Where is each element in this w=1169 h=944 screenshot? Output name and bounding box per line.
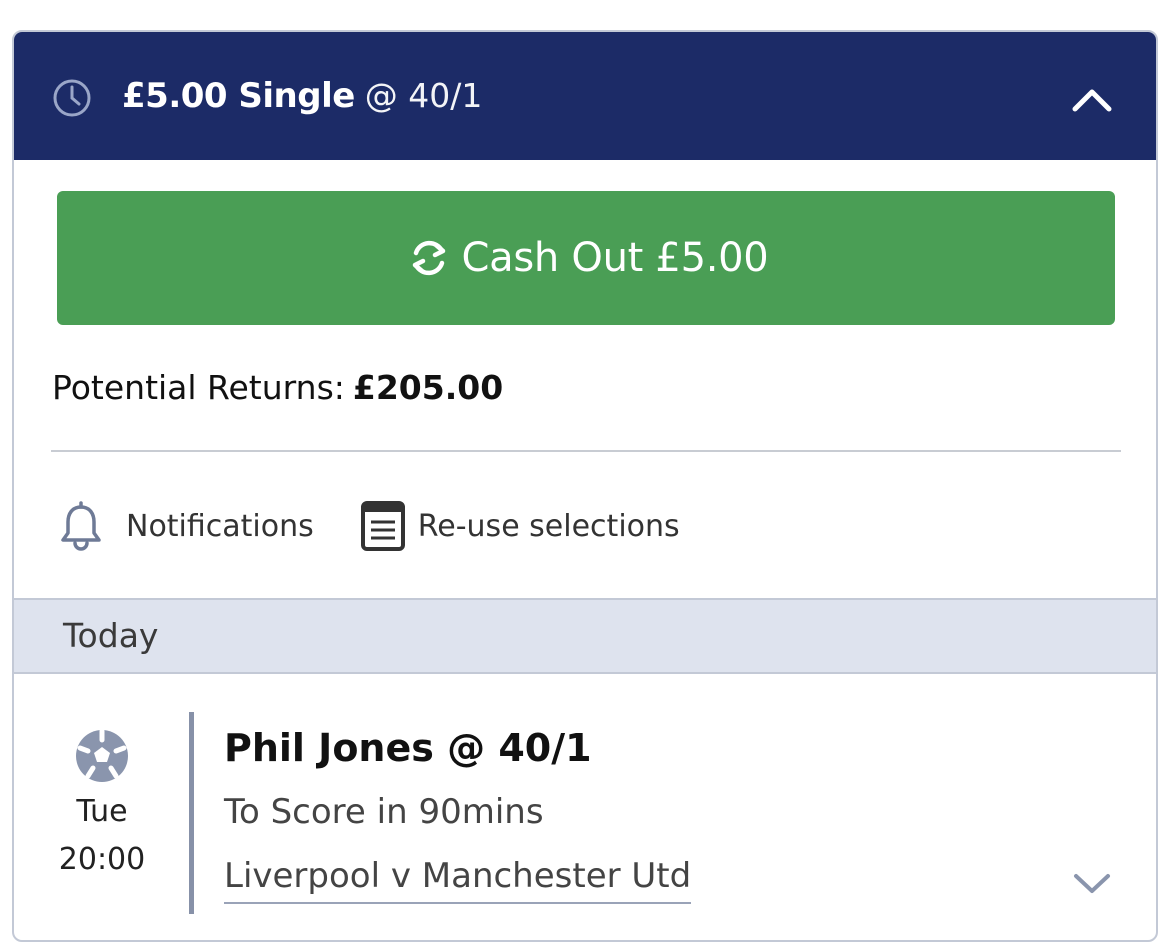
- date-section-label: Today: [63, 616, 159, 655]
- bell-icon: [61, 501, 101, 551]
- selection-row: Tue 20:00 Phil Jones @ 40/1 To Score in …: [14, 674, 1156, 940]
- document-icon: [360, 501, 405, 551]
- selection-name: Phil Jones @ 40/1: [224, 726, 592, 770]
- selection-market: To Score in 90mins: [224, 792, 544, 832]
- collapse-button[interactable]: [1068, 82, 1116, 116]
- cash-out-button[interactable]: Cash Out £5.00: [57, 191, 1115, 325]
- event-time: 20:00: [58, 842, 146, 877]
- chevron-up-icon: [1072, 89, 1112, 112]
- refresh-icon: [412, 240, 445, 276]
- potential-returns-label: Potential Returns:: [52, 368, 345, 407]
- cash-out-label: Cash Out £5.00: [461, 235, 769, 281]
- divider: [51, 450, 1121, 452]
- football-icon: [76, 728, 128, 782]
- bet-header[interactable]: £5.00 Single @ 40/1: [14, 32, 1156, 160]
- chevron-down-icon: [1074, 874, 1110, 893]
- notifications-button[interactable]: Notifications: [58, 501, 314, 551]
- selection-divider: [189, 712, 194, 914]
- reuse-selections-button[interactable]: Re-use selections: [314, 500, 680, 552]
- clock-icon: [53, 79, 91, 117]
- potential-returns: Potential Returns: £205.00: [52, 368, 503, 407]
- bet-summary: £5.00 Single @ 40/1: [122, 76, 482, 116]
- stake-type: £5.00 Single: [122, 76, 355, 116]
- reuse-selections-label: Re-use selections: [417, 508, 680, 544]
- bet-card: £5.00 Single @ 40/1 Cash Out £5.00 Poten…: [12, 30, 1158, 942]
- bet-odds: @ 40/1: [364, 76, 483, 115]
- notifications-label: Notifications: [126, 508, 314, 544]
- bet-actions: Notifications Re-use selections: [58, 500, 680, 552]
- expand-button[interactable]: [1068, 866, 1116, 902]
- date-section-header: Today: [14, 598, 1156, 674]
- potential-returns-value: £205.00: [352, 368, 504, 407]
- event-link[interactable]: Liverpool v Manchester Utd: [224, 856, 692, 904]
- event-day: Tue: [76, 794, 128, 829]
